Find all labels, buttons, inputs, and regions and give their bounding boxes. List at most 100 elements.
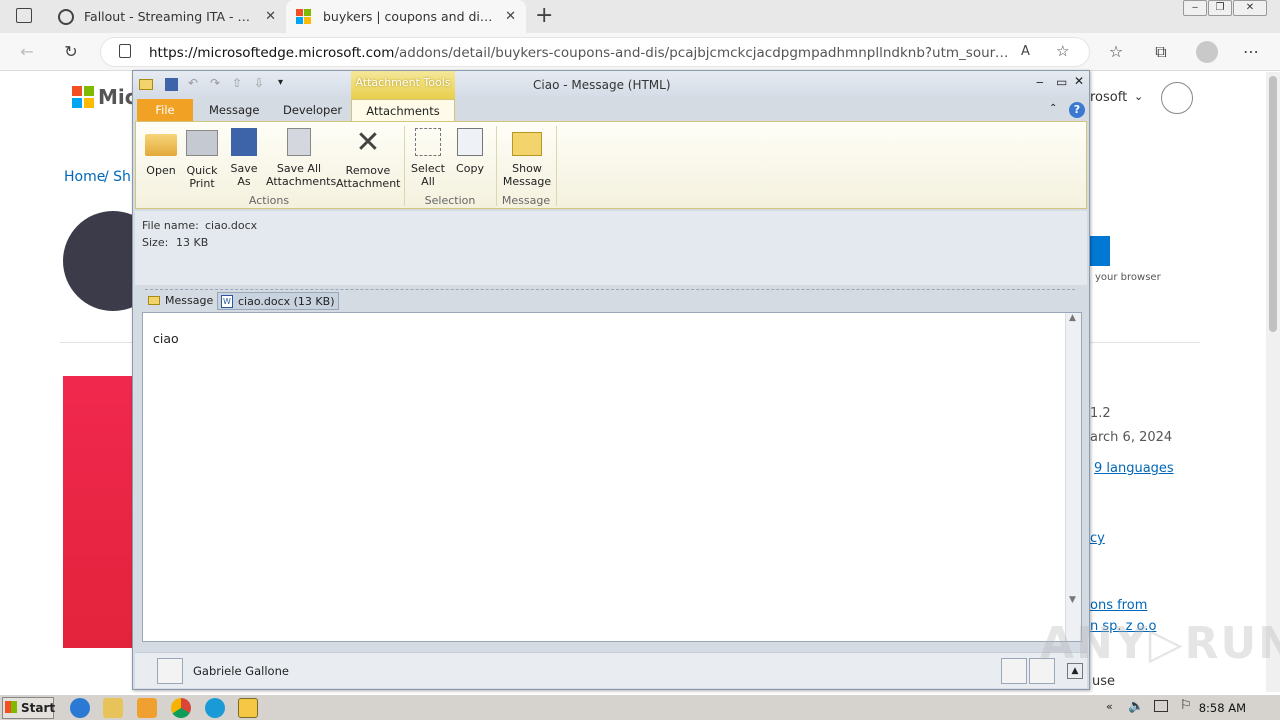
breadcrumb-home[interactable]: Home xyxy=(64,169,105,185)
explorer-icon[interactable] xyxy=(103,698,123,718)
scroll-up-icon[interactable]: ▲ xyxy=(1069,313,1076,323)
redo-icon[interactable]: ↷ xyxy=(210,76,220,90)
show-hidden-icons[interactable]: « xyxy=(1106,700,1113,713)
previous-item-icon[interactable]: ⇧ xyxy=(232,76,242,90)
microsoft-favicon-icon xyxy=(296,9,311,24)
people-pane: Gabriele Gallone ▲ xyxy=(135,652,1087,688)
undo-icon[interactable]: ↶ xyxy=(188,76,198,90)
word-doc-icon: W xyxy=(221,295,233,308)
sender-name[interactable]: Gabriele Gallone xyxy=(193,664,289,678)
save-all-icon xyxy=(287,128,311,156)
more-menu-icon[interactable]: ⋯ xyxy=(1240,41,1262,63)
remove-attachment-button[interactable]: ✕ Remove Attachment xyxy=(336,125,401,191)
scroll-thumb[interactable] xyxy=(1269,76,1277,332)
attachment-tools-context-label: Attachment Tools xyxy=(351,71,455,99)
next-item-icon[interactable]: ⇩ xyxy=(254,76,264,90)
customize-qat-icon[interactable]: ▾ xyxy=(278,77,283,88)
select-all-icon xyxy=(415,128,441,156)
page-scrollbar[interactable] xyxy=(1266,72,1280,692)
lock-icon[interactable] xyxy=(119,44,131,58)
size-value: 13 KB xyxy=(176,236,209,249)
ribbon: Open Quick Print Save As Save All Attachmen… xyxy=(135,121,1087,209)
restore-button[interactable]: ❐ xyxy=(1208,0,1232,16)
url-host: https://microsoftedge.microsoft.com xyxy=(149,45,395,61)
close-tab-icon[interactable]: ✕ xyxy=(505,9,516,24)
taskbar-clock[interactable]: 8:58 AM xyxy=(1199,701,1246,715)
more-from-link[interactable]: ons from xyxy=(1090,598,1147,613)
tab-message[interactable]: Message xyxy=(197,99,271,121)
privacy-link[interactable]: cy xyxy=(1090,531,1105,546)
read-aloud-icon[interactable]: A xyxy=(1021,44,1030,59)
profile-avatar[interactable] xyxy=(1196,41,1218,63)
scroll-down-icon[interactable]: ▼ xyxy=(1069,595,1076,605)
envelope-icon xyxy=(139,79,153,90)
show-message-envelope-icon xyxy=(512,132,542,156)
ie-icon[interactable] xyxy=(70,698,90,718)
edge-icon[interactable] xyxy=(205,698,225,718)
docx-attachment-tab[interactable]: W ciao.docx (13 KB) xyxy=(217,292,340,310)
close-window-button[interactable]: ✕ xyxy=(1233,0,1267,16)
address-bar[interactable]: https://microsoftedge.microsoft.com/addo… xyxy=(100,37,1090,67)
outlook-title-bar: ↶ ↷ ⇧ ⇩ ▾ Attachment Tools Ciao - Messag… xyxy=(133,71,1089,99)
body-scrollbar[interactable]: ▲ ▼ xyxy=(1065,313,1081,641)
breadcrumb-next[interactable]: / Sh xyxy=(104,169,131,185)
windows-logo-icon xyxy=(5,701,17,713)
url-path: /addons/detail/buykers-coupons-and-dis/p… xyxy=(394,45,1009,61)
attachment-tab-strip: Message W ciao.docx (13 KB) xyxy=(145,289,1075,310)
open-button[interactable]: Open xyxy=(144,128,178,177)
message-body[interactable]: ciao ▲ ▼ xyxy=(142,312,1082,642)
account-icon[interactable] xyxy=(1161,82,1193,114)
get-button[interactable] xyxy=(1090,236,1110,266)
sender-avatar xyxy=(157,658,183,684)
languages-link[interactable]: 9 languages xyxy=(1094,461,1174,476)
tab-buykers[interactable]: buykers | coupons and discount ✕ xyxy=(286,0,526,33)
chrome-icon[interactable] xyxy=(171,698,191,718)
help-icon[interactable]: ? xyxy=(1069,102,1085,118)
tab-actions-icon[interactable] xyxy=(16,8,32,23)
add-favorite-icon[interactable]: ☆ xyxy=(1056,42,1069,60)
contact-avatar[interactable] xyxy=(1001,658,1027,684)
fallout-favicon-icon xyxy=(58,8,74,25)
tab-developer[interactable]: Developer xyxy=(271,99,354,121)
window-title: Ciao - Message (HTML) xyxy=(533,78,671,92)
message-attachment-tab[interactable]: Message xyxy=(145,292,217,310)
quick-print-button[interactable]: Quick Print xyxy=(184,128,220,190)
save-as-icon xyxy=(231,128,257,156)
save-as-button[interactable]: Save As xyxy=(228,128,260,188)
printer-icon xyxy=(186,130,218,156)
copy-button[interactable]: Copy xyxy=(452,128,488,175)
refresh-icon[interactable]: ↻ xyxy=(60,41,82,63)
tab-label: Fallout - Streaming ITA - Stream xyxy=(84,9,257,24)
version-value: 1.2 xyxy=(1090,406,1111,421)
network-icon[interactable] xyxy=(1154,700,1168,712)
file-name-label: File name: xyxy=(142,219,199,232)
group-label-selection: Selection xyxy=(424,194,476,207)
select-all-button[interactable]: Select All xyxy=(410,128,446,188)
media-player-icon[interactable] xyxy=(137,698,157,718)
volume-icon[interactable]: 🔈 xyxy=(1128,699,1144,714)
minimize-button[interactable]: ‒ xyxy=(1183,0,1207,16)
size-label: Size: xyxy=(142,236,169,249)
minimize-button[interactable]: ‒ xyxy=(1036,75,1044,89)
address-toolbar: ← ↻ https://microsoftedge.microsoft.com/… xyxy=(0,33,1280,71)
maximize-button[interactable]: ▭ xyxy=(1056,75,1067,89)
close-button[interactable]: ✕ xyxy=(1074,74,1084,88)
tab-attachments[interactable]: Attachments xyxy=(351,99,455,121)
tab-file[interactable]: File xyxy=(137,99,193,121)
flag-icon[interactable]: ⚐ xyxy=(1180,698,1192,713)
show-message-button[interactable]: Show Message xyxy=(502,128,552,188)
collapse-ribbon-icon[interactable]: ⌃ xyxy=(1049,103,1057,114)
remove-x-icon: ✕ xyxy=(355,125,381,160)
save-all-attachments-button[interactable]: Save All Attachments xyxy=(266,128,336,188)
new-tab-button[interactable]: + xyxy=(535,3,553,28)
tab-fallout[interactable]: Fallout - Streaming ITA - Stream ✕ xyxy=(48,0,286,33)
chevron-down-icon[interactable]: ⌄ xyxy=(1134,90,1143,103)
close-tab-icon[interactable]: ✕ xyxy=(265,9,276,24)
back-icon[interactable]: ← xyxy=(16,41,38,63)
collections-icon[interactable]: ⧉ xyxy=(1150,41,1172,63)
favorites-icon[interactable]: ☆ xyxy=(1105,41,1127,63)
file-name-value: ciao.docx xyxy=(205,219,258,232)
url-text[interactable]: https://microsoftedge.microsoft.com/addo… xyxy=(149,45,1009,61)
outlook-taskbar-icon[interactable] xyxy=(238,698,258,718)
save-icon[interactable] xyxy=(165,78,178,91)
